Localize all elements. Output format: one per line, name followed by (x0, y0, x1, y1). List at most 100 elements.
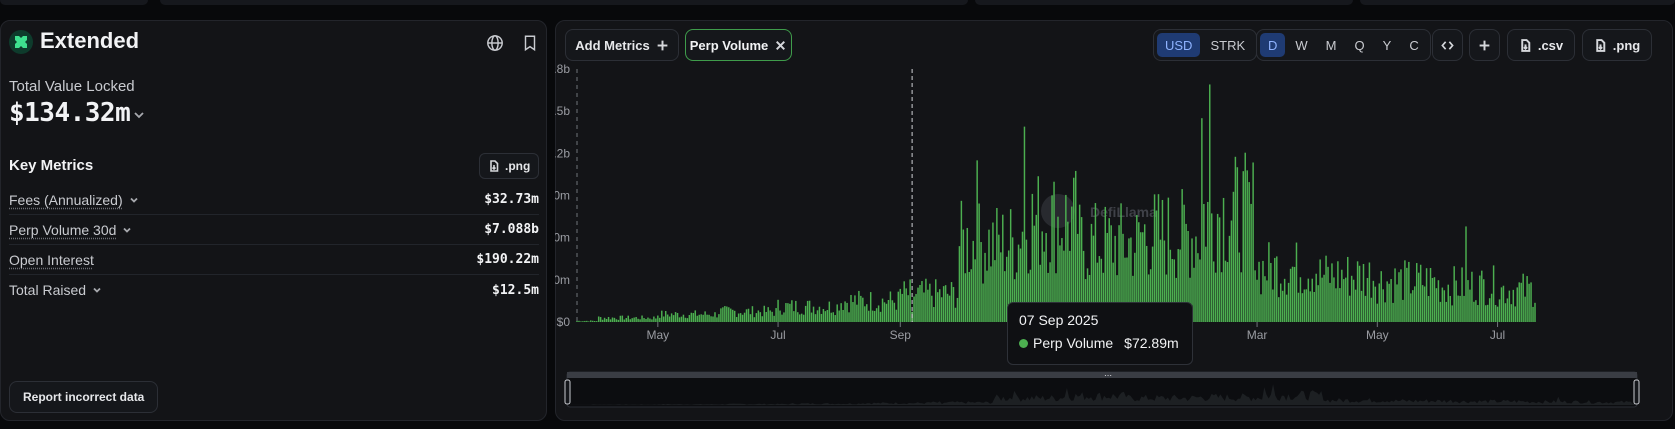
currency-strk[interactable]: STRK (1202, 33, 1253, 57)
volume-bar (1276, 256, 1278, 322)
volume-bar (761, 316, 764, 322)
volume-bar (639, 319, 641, 322)
metric-row-open-interest: Open Interest $190.22m (9, 245, 539, 275)
volume-bar (942, 286, 945, 322)
volume-bar (1388, 283, 1390, 322)
volume-bar (694, 310, 697, 322)
volume-bar (966, 227, 969, 322)
volume-bar (696, 315, 698, 322)
volume-bar (903, 281, 905, 322)
volume-bar (799, 314, 801, 322)
volume-bar (913, 296, 915, 322)
volume-bar (739, 313, 742, 322)
volume-bar (1408, 261, 1410, 322)
period-m[interactable]: M (1318, 33, 1345, 57)
y-tick-label: $1.8b (555, 62, 570, 76)
period-c[interactable]: C (1401, 33, 1426, 57)
plus-icon (1479, 40, 1490, 50)
volume-bar (931, 295, 933, 322)
volume-bar (1484, 305, 1487, 322)
volume-bar (1004, 271, 1006, 322)
volume-bar (1354, 289, 1357, 322)
metric-row-perp-volume-30d[interactable]: Perp Volume 30d $7.088b (9, 215, 539, 245)
download-png-button[interactable]: .png (1582, 29, 1652, 61)
volume-bar (672, 315, 675, 322)
add-metrics-button[interactable]: Add Metrics (565, 29, 679, 61)
volume-bar (948, 295, 951, 322)
volume-bar (1299, 277, 1302, 322)
volume-bar (1524, 296, 1526, 322)
period-q[interactable]: Q (1347, 33, 1373, 57)
volume-bar (690, 312, 693, 322)
volume-bar (1236, 167, 1239, 322)
volume-bar (990, 266, 992, 322)
tvl-expand-chevron-icon[interactable] (133, 108, 147, 122)
metric-row-total-raised[interactable]: Total Raised $12.5m (9, 275, 539, 305)
volume-bar (1315, 273, 1317, 322)
metric-row-fees[interactable]: Fees (Annualized) $32.73m (9, 185, 539, 215)
download-csv-button[interactable]: .csv (1507, 29, 1575, 61)
volume-bar (749, 314, 752, 322)
tooltip-value: $72.89m (1124, 335, 1179, 351)
volume-bar (1216, 213, 1219, 322)
volume-bar (964, 273, 967, 322)
volume-bar (670, 313, 673, 322)
period-y[interactable]: Y (1375, 33, 1400, 57)
currency-usd[interactable]: USD (1157, 33, 1201, 57)
y-tick-label: $0 (557, 315, 571, 329)
add-chart-button[interactable] (1469, 29, 1500, 61)
x-tick-label: Mar (1247, 328, 1268, 342)
volume-bar (1278, 297, 1280, 322)
volume-bar (1506, 298, 1509, 322)
volume-bar (731, 309, 734, 322)
volume-bar (747, 308, 750, 322)
volume-bar (1404, 260, 1406, 322)
metric-value: $190.22m (476, 252, 539, 267)
volume-bar (1303, 289, 1306, 322)
close-icon[interactable] (774, 39, 787, 52)
volume-bar (789, 303, 791, 322)
brush-left-handle[interactable] (564, 379, 571, 405)
protocol-name: Extended (40, 28, 140, 53)
brush-right-handle[interactable] (1633, 379, 1640, 405)
volume-bar (1431, 277, 1434, 322)
volume-bar (688, 315, 691, 322)
volume-bar (1291, 266, 1294, 322)
volume-bar (1514, 306, 1517, 322)
volume-bar (812, 306, 815, 322)
volume-bar (873, 310, 876, 322)
volume-bar (1339, 288, 1341, 322)
range-brush[interactable]: ⋯ (564, 371, 1640, 408)
volume-bar (1406, 267, 1408, 322)
website-globe-icon[interactable] (484, 32, 506, 54)
volume-bar (1370, 297, 1373, 322)
report-incorrect-data-button[interactable]: Report incorrect data (9, 381, 159, 413)
brush-selection-bar[interactable] (567, 372, 1637, 378)
embed-code-button[interactable] (1432, 29, 1463, 61)
period-w[interactable]: W (1287, 33, 1315, 57)
y-axis: $0 $300m $600m $900m $1.2b $1.5b $1.8b (555, 62, 570, 329)
volume-bar (818, 306, 821, 322)
volume-bar (1252, 162, 1254, 322)
volume-bar (1368, 262, 1371, 322)
volume-bar (659, 317, 661, 322)
volume-bar (1289, 268, 1292, 322)
volume-bar (720, 308, 722, 322)
volume-bar (1309, 291, 1312, 322)
active-metric-tag[interactable]: Perp Volume (685, 29, 792, 61)
brush-grip-icon[interactable]: ⋯ (1104, 371, 1112, 380)
period-d[interactable]: D (1260, 33, 1286, 57)
volume-bar (852, 302, 854, 322)
volume-bar (1272, 289, 1274, 322)
volume-bar (810, 312, 813, 322)
volume-bar (1445, 301, 1448, 322)
bookmark-icon[interactable] (519, 32, 541, 54)
volume-bar (1232, 191, 1235, 322)
volume-bar (1504, 303, 1507, 322)
key-metrics-png-button[interactable]: .png (479, 153, 540, 179)
volume-bar (666, 314, 669, 322)
volume-bar (954, 307, 957, 322)
volume-bar (1074, 170, 1077, 322)
volume-bar (838, 310, 840, 322)
volume-bar (1414, 286, 1416, 322)
